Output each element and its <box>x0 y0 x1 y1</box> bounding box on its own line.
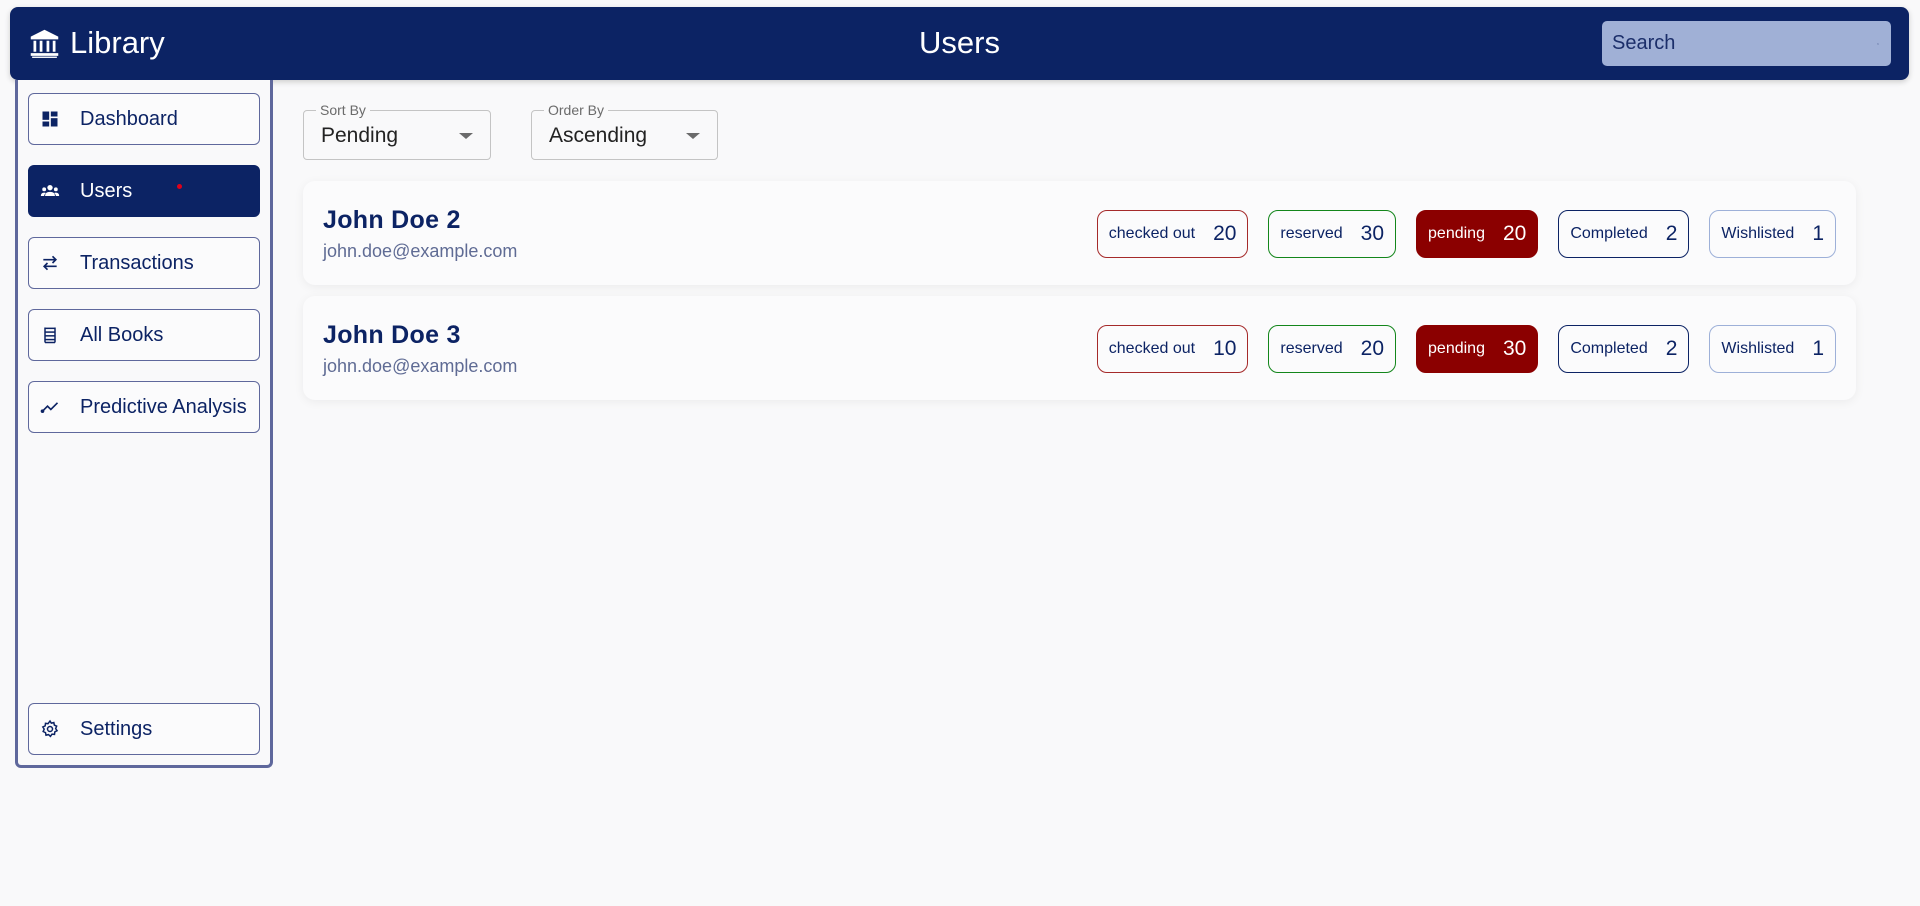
sidebar-item-all-books[interactable]: All Books <box>28 309 260 361</box>
sidebar: Dashboard Users Transactions All Books P… <box>15 80 273 768</box>
badge-label: pending <box>1428 340 1485 357</box>
sidebar-item-label: Predictive Analysis <box>80 395 247 418</box>
badge-label: Wishlisted <box>1721 225 1795 242</box>
badge-label: pending <box>1428 225 1485 242</box>
wishlisted-badge[interactable]: Wishlisted 1 <box>1709 210 1836 258</box>
chevron-down-icon <box>459 133 473 139</box>
swap-arrows-icon <box>40 253 60 273</box>
badge-label: reserved <box>1280 340 1343 357</box>
user-card[interactable]: John Doe 3 john.doe@example.com checked … <box>303 296 1856 400</box>
badge-label: checked out <box>1108 340 1196 357</box>
search-box[interactable] <box>1602 21 1891 66</box>
user-name: John Doe 3 <box>323 321 461 349</box>
badge-count: 1 <box>1812 337 1824 360</box>
checked-out-badge[interactable]: checked out 20 <box>1096 210 1249 258</box>
badge-count: 20 <box>1213 222 1237 245</box>
sidebar-item-label: Dashboard <box>80 107 178 130</box>
user-email: john.doe@example.com <box>323 356 518 376</box>
user-name: John Doe 2 <box>323 206 461 234</box>
sidebar-item-label: Users <box>80 179 133 202</box>
user-stats: checked out 20 reserved 30 pending 20 Co… <box>1096 210 1836 258</box>
completed-badge[interactable]: Completed 2 <box>1558 325 1690 373</box>
app-header: Library Users <box>10 7 1909 80</box>
search-icon[interactable] <box>1877 33 1879 55</box>
badge-count: 2 <box>1665 337 1678 360</box>
sidebar-item-settings[interactable]: Settings <box>28 703 260 755</box>
badge-count: 20 <box>1502 222 1527 245</box>
sidebar-item-label: All Books <box>80 323 164 346</box>
search-input[interactable] <box>1602 32 1877 55</box>
completed-badge[interactable]: Completed 2 <box>1558 210 1690 258</box>
sort-by-select[interactable]: Sort By Pending <box>303 102 491 160</box>
badge-count: 30 <box>1360 222 1385 245</box>
user-email: john.doe@example.com <box>323 241 518 261</box>
trend-line-icon <box>40 397 60 417</box>
users-icon <box>40 181 60 201</box>
sort-by-value: Pending <box>321 124 399 147</box>
sidebar-item-transactions[interactable]: Transactions <box>28 237 260 289</box>
sidebar-item-label: Settings <box>80 717 153 740</box>
user-stats: checked out 10 reserved 20 pending 30 Co… <box>1096 325 1836 373</box>
user-card[interactable]: John Doe 2 john.doe@example.com checked … <box>303 181 1856 285</box>
books-icon <box>40 325 60 345</box>
badge-count: 10 <box>1213 337 1237 360</box>
badge-label: checked out <box>1108 225 1196 242</box>
badge-count: 1 <box>1812 222 1824 245</box>
sidebar-item-users[interactable]: Users <box>28 165 260 217</box>
pending-badge[interactable]: pending 30 <box>1416 325 1539 373</box>
reserved-badge[interactable]: reserved 30 <box>1268 210 1397 258</box>
badge-label: Completed <box>1570 340 1648 357</box>
order-by-select[interactable]: Order By Ascending <box>531 102 718 160</box>
dashboard-icon <box>40 109 60 129</box>
sidebar-item-dashboard[interactable]: Dashboard <box>28 93 260 145</box>
sidebar-item-label: Transactions <box>80 251 194 274</box>
wishlisted-badge[interactable]: Wishlisted 1 <box>1709 325 1836 373</box>
sidebar-item-predictive-analysis[interactable]: Predictive Analysis <box>28 381 260 433</box>
badge-count: 2 <box>1665 222 1678 245</box>
checked-out-badge[interactable]: checked out 10 <box>1096 325 1249 373</box>
gear-icon <box>40 719 60 739</box>
badge-label: Completed <box>1570 225 1648 242</box>
notification-dot <box>177 184 182 189</box>
order-by-value: Ascending <box>549 124 648 147</box>
badge-label: reserved <box>1280 225 1343 242</box>
pending-badge[interactable]: pending 20 <box>1416 210 1539 258</box>
order-by-label: Order By <box>544 102 609 118</box>
sort-by-label: Sort By <box>316 102 370 118</box>
badge-label: Wishlisted <box>1721 340 1795 357</box>
reserved-badge[interactable]: reserved 20 <box>1268 325 1397 373</box>
chevron-down-icon <box>686 133 700 139</box>
badge-count: 30 <box>1502 337 1527 360</box>
badge-count: 20 <box>1360 337 1385 360</box>
